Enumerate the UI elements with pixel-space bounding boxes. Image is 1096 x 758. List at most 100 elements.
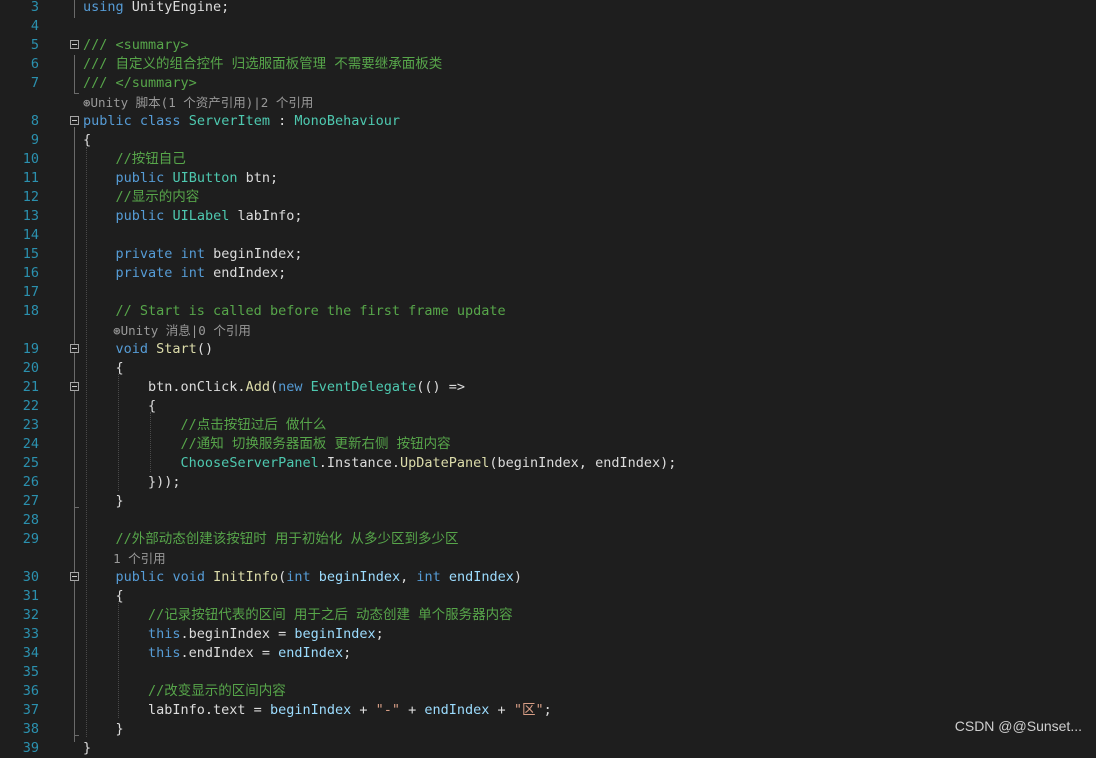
code-line[interactable]: 12 //显示的内容 <box>0 188 1096 207</box>
code-token: (beginIndex, endIndex); <box>489 455 677 471</box>
code-line[interactable]: 28 <box>0 511 1096 530</box>
code-line[interactable]: 13 public UILabel labInfo; <box>0 207 1096 226</box>
code-token: private <box>115 265 173 281</box>
code-line[interactable]: 15 private int beginIndex; <box>0 245 1096 264</box>
code-text: using UnityEngine; <box>83 0 229 17</box>
code-line[interactable]: 29 //外部动态创建该按钮时 用于初始化 从多少区到多少区 <box>0 530 1096 549</box>
codelens-row: 1 个引用 <box>0 549 1096 568</box>
code-token: .endIndex = <box>180 645 279 661</box>
code-token: // Start is called before the first fram… <box>115 303 506 319</box>
code-line[interactable]: 14 <box>0 226 1096 245</box>
line-number: 23 <box>22 417 39 433</box>
code-editor[interactable]: 3 using UnityEngine; 4 5 /// <summary> 6 /// 自… <box>0 0 1096 756</box>
code-line[interactable]: 26 })); <box>0 473 1096 492</box>
code-line[interactable]: 20 { <box>0 359 1096 378</box>
code-token: : <box>269 113 295 129</box>
code-line[interactable]: 30 public void InitInfo(int beginIndex, … <box>0 568 1096 587</box>
code-line[interactable]: 32 //记录按钮代表的区间 用于之后 动态创建 单个服务器内容 <box>0 606 1096 625</box>
code-token: Start <box>156 341 197 357</box>
code-token: })); <box>83 474 181 490</box>
code-text: private int endIndex; <box>83 264 287 283</box>
code-token: new <box>278 379 303 395</box>
code-line[interactable]: 18 // Start is called before the first f… <box>0 302 1096 321</box>
code-token: + <box>489 702 514 718</box>
code-token: //通知 切换服务器面板 更新右侧 按钮内容 <box>180 436 451 452</box>
code-line[interactable]: 27 } <box>0 492 1096 511</box>
code-token: this <box>148 626 181 642</box>
code-line[interactable]: 4 <box>0 17 1096 36</box>
code-line[interactable]: 6 /// 自定义的组合控件 归选服面板管理 不需要继承面板类 <box>0 55 1096 74</box>
line-number: 5 <box>30 37 39 53</box>
code-token: //外部动态创建该按钮时 用于初始化 从多少区到多少区 <box>115 531 459 547</box>
code-line[interactable]: 33 this.beginIndex = beginIndex; <box>0 625 1096 644</box>
code-token: endIndex <box>424 702 490 718</box>
code-text: { <box>83 397 156 416</box>
code-token: InitInfo <box>213 569 279 585</box>
code-line[interactable]: 25 ChooseServerPanel.Instance.UpDatePane… <box>0 454 1096 473</box>
code-line[interactable]: 21 btn.onClick.Add(new EventDelegate(() … <box>0 378 1096 397</box>
code-token: int <box>286 569 311 585</box>
code-line[interactable]: 5 /// <summary> <box>0 36 1096 55</box>
code-line[interactable]: 31 { <box>0 587 1096 606</box>
code-line[interactable]: 11 public UIButton btn; <box>0 169 1096 188</box>
line-number: 24 <box>22 436 39 452</box>
codelens-hint[interactable]: ⊛Unity 脚本(1 个资产引用)|2 个引用 <box>83 93 313 112</box>
code-line[interactable]: 37 labInfo.text = beginIndex + "-" + end… <box>0 701 1096 720</box>
code-text: //记录按钮代表的区间 用于之后 动态创建 单个服务器内容 <box>83 606 513 625</box>
code-token: ; <box>543 702 552 718</box>
code-line[interactable]: 24 //通知 切换服务器面板 更新右侧 按钮内容 <box>0 435 1096 454</box>
code-token: "区" <box>513 702 544 718</box>
codelens-hint[interactable]: ⊛Unity 消息|0 个引用 <box>83 321 251 340</box>
code-token: void <box>115 341 149 357</box>
code-line[interactable]: 23 //点击按钮过后 做什么 <box>0 416 1096 435</box>
code-token: labInfo.text = <box>83 702 270 718</box>
code-token: Add <box>245 379 270 395</box>
code-line[interactable]: 35 <box>0 663 1096 682</box>
collapse-toggle-icon[interactable] <box>70 344 79 353</box>
code-token: } <box>83 493 124 509</box>
code-line[interactable]: 16 private int endIndex; <box>0 264 1096 283</box>
collapse-toggle-icon[interactable] <box>70 572 79 581</box>
code-line[interactable]: 10 //按钮自己 <box>0 150 1096 169</box>
code-token: private <box>115 246 173 262</box>
code-line[interactable]: 36 //改变显示的区间内容 <box>0 682 1096 701</box>
line-number: 8 <box>30 113 39 129</box>
line-number: 22 <box>22 398 39 414</box>
code-text: })); <box>83 473 181 492</box>
code-token: EventDelegate <box>310 379 417 395</box>
code-line[interactable]: 8 public class ServerItem : MonoBehaviour <box>0 112 1096 131</box>
collapse-toggle-icon[interactable] <box>70 116 79 125</box>
collapse-toggle-icon[interactable] <box>70 40 79 49</box>
code-text: public UIButton btn; <box>83 169 279 188</box>
collapse-toggle-icon[interactable] <box>70 382 79 391</box>
line-number: 25 <box>22 455 39 471</box>
code-line[interactable]: 7 /// </summary> <box>0 74 1096 93</box>
code-token: /// </summary> <box>83 75 197 91</box>
code-line[interactable]: 17 <box>0 283 1096 302</box>
code-token: class <box>139 113 181 129</box>
code-token: + <box>400 702 425 718</box>
code-line[interactable]: 3 using UnityEngine; <box>0 0 1096 17</box>
code-token: public <box>115 170 165 186</box>
code-line[interactable]: 22 { <box>0 397 1096 416</box>
code-text: //通知 切换服务器面板 更新右侧 按钮内容 <box>83 435 451 454</box>
code-line[interactable]: 19 void Start() <box>0 340 1096 359</box>
line-number: 26 <box>22 474 39 490</box>
code-line[interactable]: 38 } <box>0 720 1096 739</box>
code-line[interactable]: 34 this.endIndex = endIndex; <box>0 644 1096 663</box>
code-text: { <box>83 587 124 606</box>
code-line[interactable]: 9{ <box>0 131 1096 150</box>
code-text: public class ServerItem : MonoBehaviour <box>83 112 400 131</box>
codelens-hint[interactable]: 1 个引用 <box>83 549 166 568</box>
line-number: 17 <box>22 284 39 300</box>
code-token: //点击按钮过后 做什么 <box>180 417 327 433</box>
line-number: 37 <box>22 702 39 718</box>
code-token: ( <box>269 379 279 395</box>
